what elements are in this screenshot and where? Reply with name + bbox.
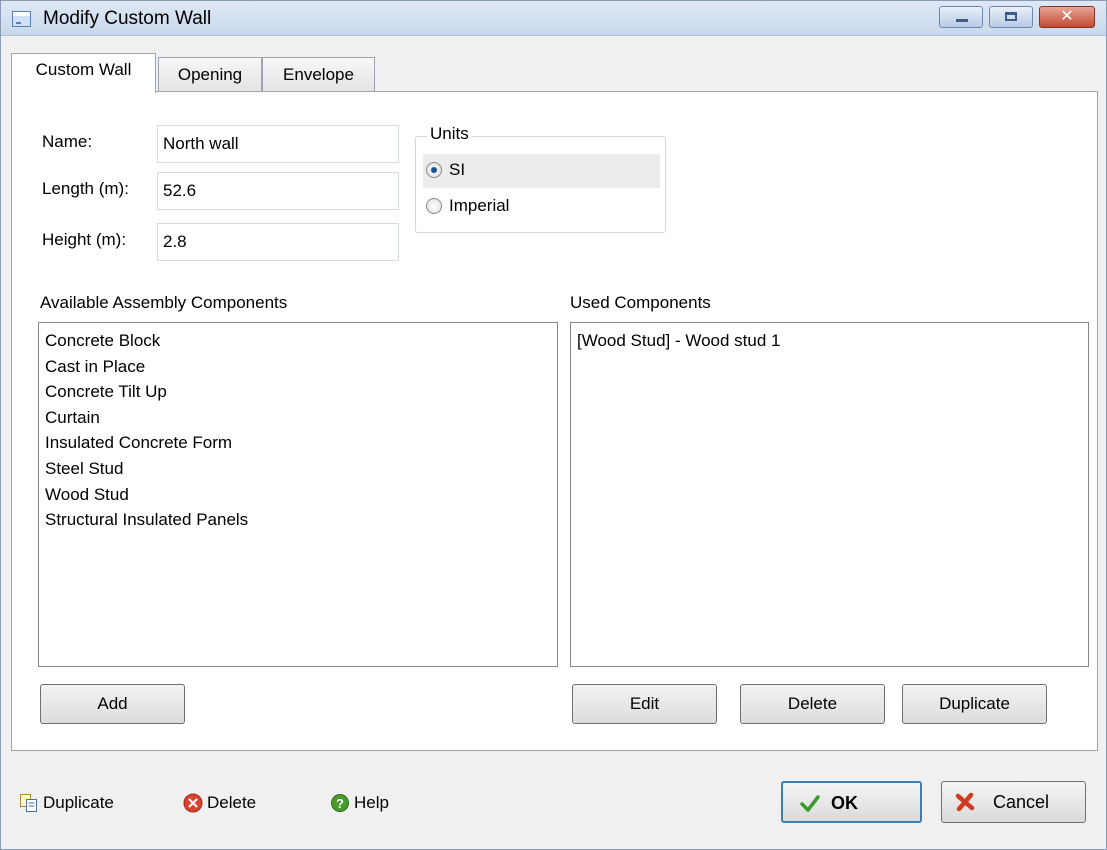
minimize-button[interactable] [939, 6, 983, 28]
window-title: Modify Custom Wall [43, 8, 212, 29]
used-components-list[interactable]: [Wood Stud] - Wood stud 1 [570, 322, 1089, 667]
custom-wall-tab-panel: Name: North wall Length (m): 52.6 Height… [11, 91, 1098, 751]
footer-help-label: Help [354, 793, 389, 812]
edit-button[interactable]: Edit [572, 684, 717, 724]
maximize-button[interactable] [989, 6, 1033, 28]
window-app-icon [12, 11, 31, 27]
list-item[interactable]: Cast in Place [45, 354, 557, 380]
add-button[interactable]: Add [40, 684, 185, 724]
list-item[interactable]: Wood Stud [45, 482, 557, 508]
checkmark-icon [800, 795, 820, 812]
help-icon: ? [331, 794, 349, 812]
close-icon: ✕ [1060, 8, 1074, 25]
list-item[interactable]: Concrete Block [45, 328, 557, 354]
height-label: Height (m): [42, 230, 127, 249]
footer-duplicate-label: Duplicate [43, 793, 114, 812]
list-item[interactable]: Structural Insulated Panels [45, 507, 557, 533]
footer-delete-label: Delete [207, 793, 257, 812]
duplicate-component-button[interactable]: Duplicate [902, 684, 1047, 724]
list-item[interactable]: Curtain [45, 405, 557, 431]
imperial-label: Imperial [449, 196, 510, 215]
modify-custom-wall-dialog: Modify Custom Wall ✕ Custom Wall Opening… [0, 0, 1107, 850]
svg-text:?: ? [336, 796, 344, 811]
si-radio[interactable] [426, 162, 442, 178]
tab-custom-wall[interactable]: Custom Wall [11, 53, 156, 93]
used-components-label: Used Components [570, 293, 711, 312]
title-bar[interactable]: Modify Custom Wall ✕ [1, 1, 1106, 36]
ok-button[interactable]: OK [781, 781, 922, 823]
tab-envelope[interactable]: Envelope [262, 57, 375, 93]
cancel-button[interactable]: Cancel [941, 781, 1086, 823]
duplicate-icon [20, 794, 37, 812]
delete-component-button[interactable]: Delete [740, 684, 885, 724]
tab-opening[interactable]: Opening [158, 57, 262, 93]
length-field[interactable]: 52.6 [157, 172, 399, 210]
list-item[interactable]: Steel Stud [45, 456, 557, 482]
si-label: SI [449, 160, 466, 179]
available-components-list[interactable]: Concrete Block Cast in Place Concrete Ti… [38, 322, 558, 667]
delete-icon [183, 793, 203, 813]
length-label: Length (m): [42, 179, 129, 198]
available-components-label: Available Assembly Components [40, 293, 288, 312]
imperial-radio[interactable] [426, 198, 442, 214]
name-label: Name: [42, 132, 93, 151]
cancel-label: Cancel [993, 792, 1050, 812]
cancel-icon [955, 792, 975, 812]
height-field[interactable]: 2.8 [157, 223, 399, 261]
close-window-button[interactable]: ✕ [1039, 6, 1095, 28]
units-group: Units SI Imperial [415, 124, 666, 233]
list-item[interactable]: Insulated Concrete Form [45, 430, 557, 456]
name-field[interactable]: North wall [157, 125, 399, 163]
ok-label: OK [831, 793, 858, 813]
list-item[interactable]: Concrete Tilt Up [45, 379, 557, 405]
units-group-title: Units [427, 124, 472, 144]
list-item[interactable]: [Wood Stud] - Wood stud 1 [577, 328, 1088, 354]
